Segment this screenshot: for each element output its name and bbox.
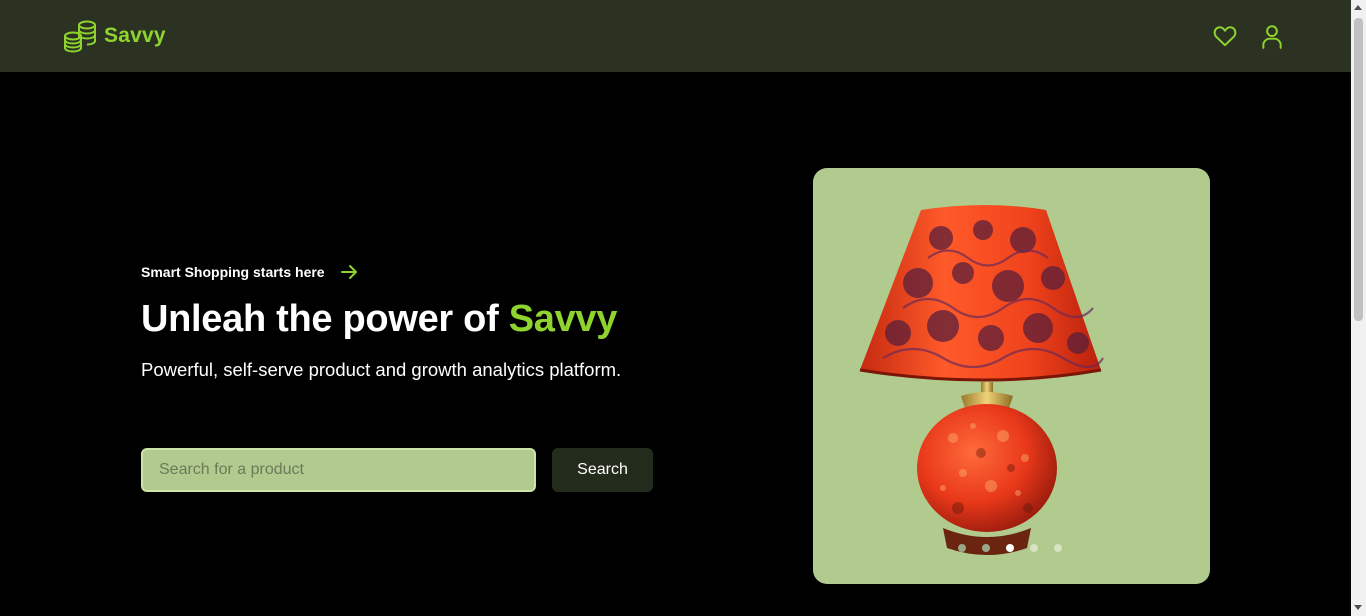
search-input[interactable] bbox=[141, 448, 536, 492]
scroll-up-arrow-icon[interactable] bbox=[1354, 5, 1362, 10]
carousel-dot-1[interactable] bbox=[958, 544, 966, 552]
navbar: Savvy bbox=[0, 0, 1351, 72]
headline-prefix: Unleah the power of bbox=[141, 298, 509, 340]
product-image bbox=[859, 205, 1104, 555]
brand-logo[interactable]: Savvy bbox=[63, 19, 166, 53]
coins-stack-icon bbox=[64, 20, 96, 53]
page-scrollbar[interactable] bbox=[1351, 0, 1366, 616]
heart-icon bbox=[1213, 26, 1237, 47]
product-carousel bbox=[813, 168, 1210, 584]
user-icon bbox=[1262, 25, 1282, 49]
headline-accent: Savvy bbox=[508, 298, 618, 340]
carousel-dot-3[interactable] bbox=[1006, 544, 1014, 552]
arrow-right-icon bbox=[340, 265, 357, 279]
wishlist-button[interactable] bbox=[1212, 23, 1238, 49]
carousel-dot-4[interactable] bbox=[1030, 544, 1038, 552]
brand-name: Savvy bbox=[104, 24, 166, 47]
eyebrow-text: Smart Shopping starts here bbox=[141, 264, 325, 280]
carousel-dots bbox=[958, 544, 1062, 552]
scroll-thumb[interactable] bbox=[1354, 18, 1363, 321]
scroll-down-arrow-icon[interactable] bbox=[1354, 605, 1362, 610]
hero-eyebrow[interactable]: Smart Shopping starts here bbox=[141, 262, 359, 282]
account-button[interactable] bbox=[1259, 23, 1285, 49]
hero-headline: Unleah the power of Savvy bbox=[141, 298, 617, 341]
hero-subheadline: Powerful, self-serve product and growth … bbox=[141, 359, 622, 380]
carousel-dot-2[interactable] bbox=[982, 544, 990, 552]
carousel-dot-5[interactable] bbox=[1054, 544, 1062, 552]
search-button[interactable]: Search bbox=[552, 448, 653, 492]
